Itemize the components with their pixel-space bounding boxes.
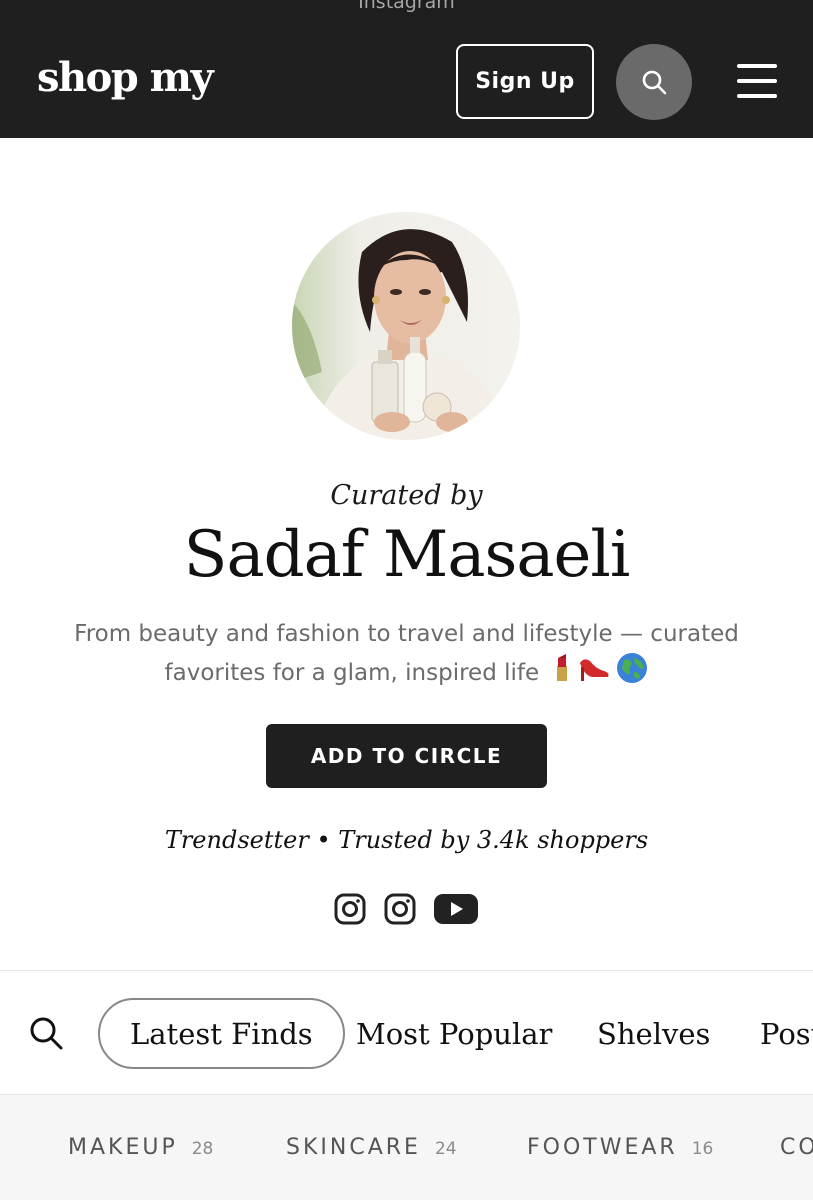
category-label: MAKEUP (68, 1135, 178, 1160)
curator-name: Sadaf Masaeli (183, 518, 631, 592)
tab-latest-finds[interactable]: Latest Finds (98, 998, 345, 1069)
shopmy-logo[interactable]: shop my (37, 54, 214, 101)
category-count: 28 (191, 1139, 214, 1159)
instagram-icon[interactable] (334, 893, 366, 925)
high-heel-icon (578, 653, 612, 694)
hamburger-menu-icon[interactable] (737, 64, 777, 98)
tabs-search-icon[interactable] (28, 1015, 64, 1051)
instagram-icon[interactable] (384, 893, 416, 925)
category-partial[interactable]: CO (780, 1135, 813, 1160)
category-makeup[interactable]: MAKEUP 28 (68, 1135, 213, 1160)
header-search-button[interactable] (616, 44, 692, 120)
category-footwear[interactable]: FOOTWEAR 16 (527, 1135, 713, 1160)
category-filter-bar: MAKEUP 28 SKINCARE 24 FOOTWEAR 16 CO (0, 1095, 813, 1200)
category-count: 24 (434, 1139, 457, 1159)
browser-title: Instagram (358, 0, 455, 13)
tab-most-popular[interactable]: Most Popular (356, 998, 552, 1069)
tab-post[interactable]: Post (760, 998, 813, 1069)
category-label: CO (780, 1135, 813, 1160)
curator-bio: From beauty and fashion to travel and li… (40, 616, 773, 695)
tab-shelves[interactable]: Shelves (597, 998, 710, 1069)
trust-line: Trendsetter • Trusted by 3.4k shoppers (164, 826, 649, 854)
category-label: FOOTWEAR (527, 1135, 678, 1160)
profile-avatar (292, 212, 520, 440)
search-icon (642, 70, 667, 95)
browser-bar: Instagram (0, 0, 813, 24)
category-count: 16 (691, 1139, 714, 1159)
category-skincare[interactable]: SKINCARE 24 (286, 1135, 457, 1160)
globe-icon (616, 652, 648, 695)
category-label: SKINCARE (286, 1135, 421, 1160)
curated-by-label: Curated by (330, 480, 483, 511)
lipstick-icon (550, 653, 574, 694)
add-to-circle-button[interactable]: ADD TO CIRCLE (266, 724, 547, 788)
site-header: shop my Sign Up (0, 24, 813, 138)
social-links (334, 892, 478, 926)
content-tabs: Latest Finds Most Popular Shelves Post (0, 971, 813, 1095)
sign-up-button[interactable]: Sign Up (456, 44, 594, 119)
youtube-icon[interactable] (434, 893, 478, 925)
